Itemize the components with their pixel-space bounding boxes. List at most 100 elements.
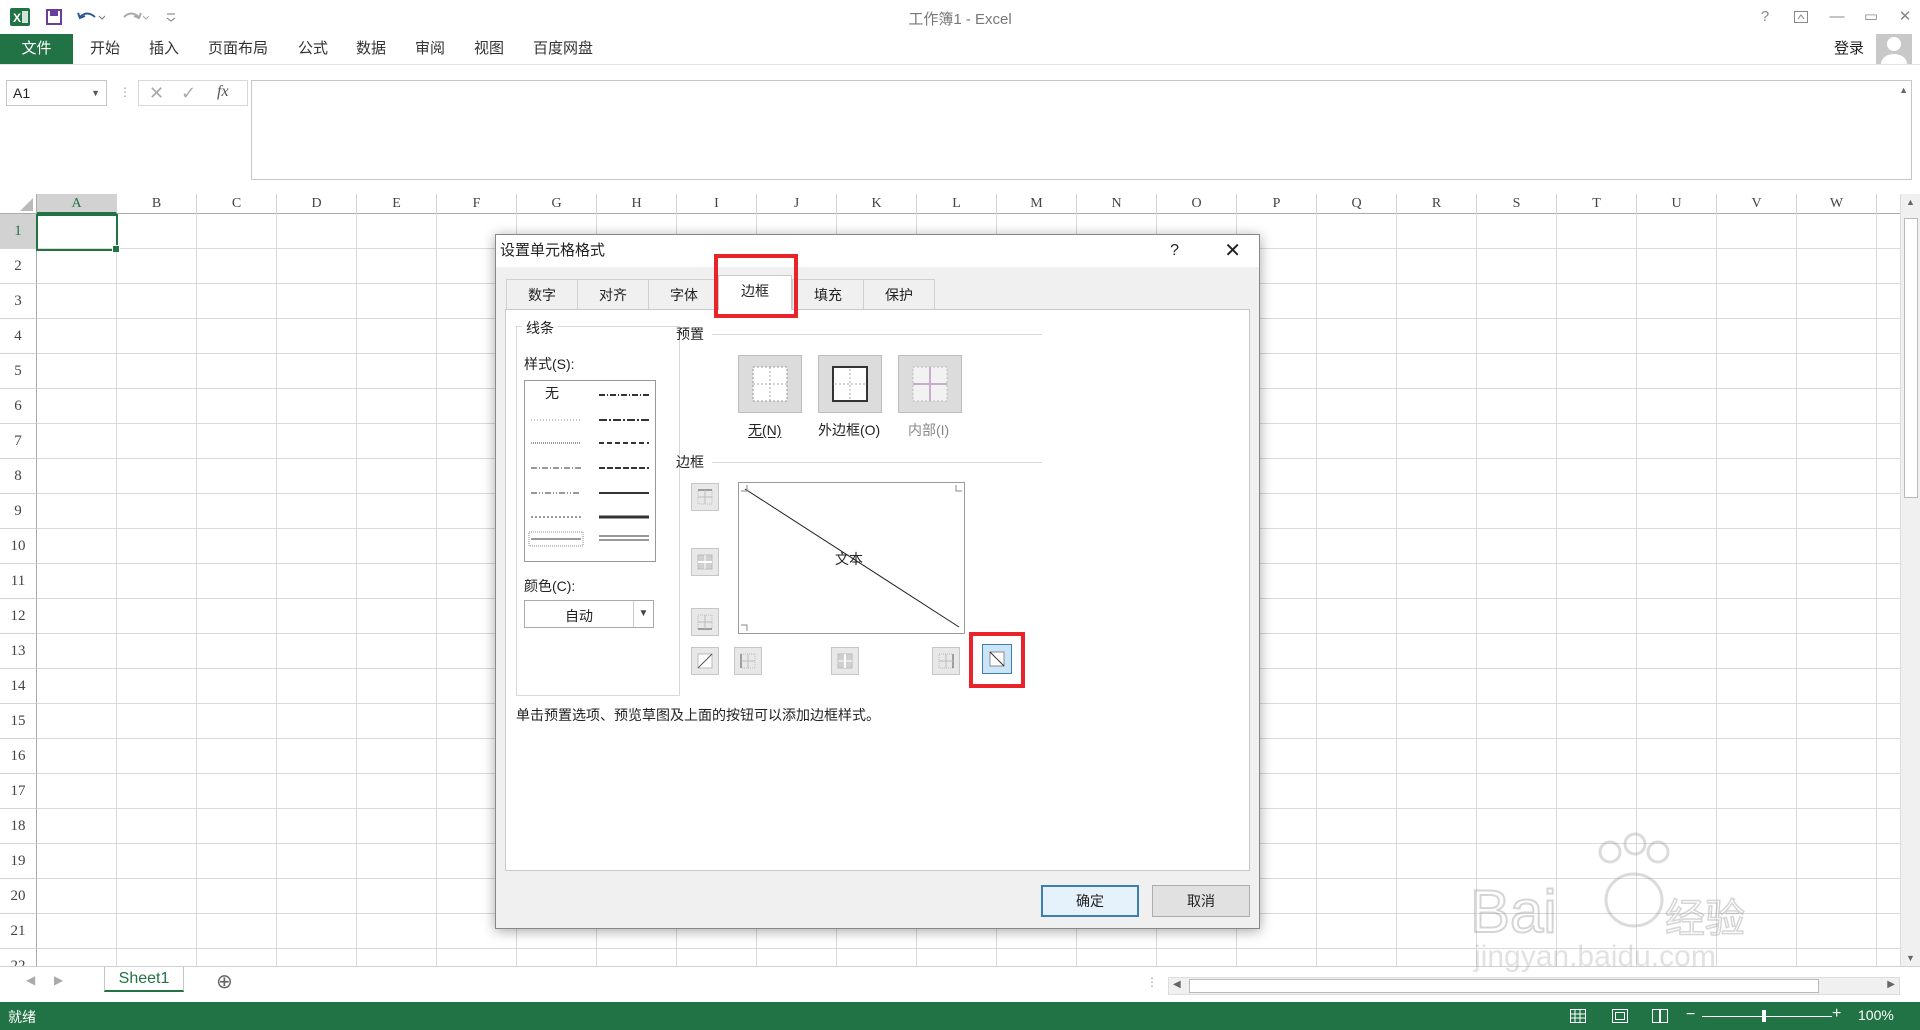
row-header[interactable]: 20 (0, 879, 37, 914)
cancel-entry-icon[interactable]: ✕ (149, 83, 164, 104)
row-header[interactable]: 15 (0, 704, 37, 739)
splitter-icon[interactable]: ⋮ (1146, 975, 1158, 989)
row-header[interactable]: 18 (0, 809, 37, 844)
chevron-down-icon[interactable]: ▼ (91, 81, 100, 105)
row-header[interactable]: 2 (0, 249, 37, 284)
tab-file[interactable]: 文件 (0, 34, 73, 64)
tab-page-layout[interactable]: 页面布局 (208, 34, 268, 64)
column-header[interactable]: I (677, 194, 757, 214)
column-header[interactable]: P (1237, 194, 1317, 214)
tab-border[interactable]: 边框 (718, 275, 792, 310)
formula-input[interactable] (251, 80, 1912, 180)
column-header[interactable]: S (1477, 194, 1557, 214)
tab-protection[interactable]: 保护 (863, 279, 935, 309)
row-header[interactable]: 6 (0, 389, 37, 424)
vertical-scrollbar[interactable]: ▲ ▼ (1900, 194, 1920, 966)
line-style-list[interactable]: 无 (524, 380, 656, 562)
zoom-in-button[interactable]: + (1832, 1005, 1841, 1023)
help-button[interactable]: ? (1750, 4, 1780, 30)
tab-home[interactable]: 开始 (90, 34, 120, 64)
zoom-level[interactable]: 100% (1858, 1007, 1894, 1023)
row-header[interactable]: 13 (0, 634, 37, 669)
preset-none-label[interactable]: 无(N) (748, 420, 781, 440)
border-right-button[interactable] (932, 647, 960, 675)
column-header[interactable]: J (757, 194, 837, 214)
tab-view[interactable]: 视图 (474, 34, 504, 64)
zoom-slider[interactable] (1702, 1010, 1832, 1022)
row-header[interactable]: 17 (0, 774, 37, 809)
insert-function-icon[interactable]: fx (217, 83, 229, 101)
close-window-button[interactable]: ✕ (1890, 4, 1920, 30)
tab-data[interactable]: 数据 (356, 34, 386, 64)
row-header[interactable]: 11 (0, 564, 37, 599)
line-style-samples[interactable] (525, 381, 655, 561)
name-box[interactable]: A1 ▼ (6, 80, 107, 106)
border-left-button[interactable] (734, 647, 762, 675)
row-header[interactable]: 19 (0, 844, 37, 879)
preset-none-button[interactable] (738, 355, 802, 413)
cancel-button[interactable]: 取消 (1152, 885, 1250, 917)
scroll-left-icon[interactable]: ◀ (1173, 979, 1181, 990)
scroll-right-icon[interactable]: ▶ (1887, 979, 1895, 990)
sheet-tab[interactable]: Sheet1 (104, 967, 184, 992)
column-header[interactable]: A (37, 194, 117, 214)
scroll-down-icon[interactable]: ▼ (1906, 953, 1915, 963)
border-diagonal-up-button[interactable] (691, 647, 719, 675)
tab-fill[interactable]: 填充 (792, 279, 864, 309)
row-header[interactable]: 9 (0, 494, 37, 529)
chevron-down-icon[interactable]: ▼ (633, 601, 653, 627)
confirm-entry-icon[interactable]: ✓ (181, 83, 196, 104)
ribbon-display-button[interactable] (1786, 4, 1816, 30)
column-header[interactable]: L (917, 194, 997, 214)
page-break-view-icon[interactable] (1652, 1009, 1668, 1023)
row-header[interactable]: 16 (0, 739, 37, 774)
dialog-close-button[interactable]: ✕ (1224, 235, 1241, 267)
next-sheet-icon[interactable]: ▶ (54, 973, 63, 987)
column-header[interactable]: F (437, 194, 517, 214)
column-header[interactable]: M (997, 194, 1077, 214)
minimize-button[interactable]: — (1822, 4, 1852, 30)
row-header[interactable]: 14 (0, 669, 37, 704)
maximize-button[interactable]: ▭ (1856, 4, 1886, 30)
tab-number[interactable]: 数字 (506, 279, 578, 309)
column-header[interactable]: K (837, 194, 917, 214)
ok-button[interactable]: 确定 (1041, 885, 1139, 917)
tab-alignment[interactable]: 对齐 (577, 279, 649, 309)
row-header[interactable]: 1 (0, 214, 37, 249)
login-link[interactable]: 登录 (1834, 34, 1864, 64)
column-header[interactable]: V (1717, 194, 1797, 214)
column-header[interactable]: U (1637, 194, 1717, 214)
prev-sheet-icon[interactable]: ◀ (26, 973, 35, 987)
row-header[interactable]: 7 (0, 424, 37, 459)
row-header[interactable]: 22 (0, 949, 37, 966)
row-header[interactable]: 3 (0, 284, 37, 319)
column-header[interactable]: T (1557, 194, 1637, 214)
row-header[interactable]: 4 (0, 319, 37, 354)
column-header[interactable]: C (197, 194, 277, 214)
tab-insert[interactable]: 插入 (149, 34, 179, 64)
border-inside-horizontal-button[interactable] (691, 548, 719, 576)
column-header[interactable]: N (1077, 194, 1157, 214)
preset-outline-button[interactable] (818, 355, 882, 413)
column-header[interactable]: B (117, 194, 197, 214)
row-header[interactable]: 5 (0, 354, 37, 389)
zoom-out-button[interactable]: − (1686, 1006, 1695, 1024)
page-layout-view-icon[interactable] (1612, 1009, 1628, 1023)
row-header[interactable]: 10 (0, 529, 37, 564)
column-header[interactable]: Q (1317, 194, 1397, 214)
dialog-help-button[interactable]: ? (1170, 235, 1179, 267)
column-header[interactable]: G (517, 194, 597, 214)
border-diagonal-down-button[interactable] (982, 644, 1012, 674)
vertical-scroll-thumb[interactable] (1904, 218, 1918, 498)
column-header[interactable]: W (1797, 194, 1877, 214)
add-sheet-button[interactable]: ⊕ (216, 969, 233, 994)
row-header[interactable]: 12 (0, 599, 37, 634)
scroll-up-icon[interactable]: ▲ (1906, 197, 1915, 207)
select-all-corner[interactable] (0, 194, 37, 214)
column-header[interactable]: D (277, 194, 357, 214)
normal-view-icon[interactable] (1570, 1009, 1586, 1023)
border-preview[interactable]: 文本 (738, 482, 965, 634)
tab-formulas[interactable]: 公式 (298, 34, 328, 64)
tab-baidu-netdisk[interactable]: 百度网盘 (533, 34, 593, 64)
active-cell[interactable] (36, 214, 120, 253)
